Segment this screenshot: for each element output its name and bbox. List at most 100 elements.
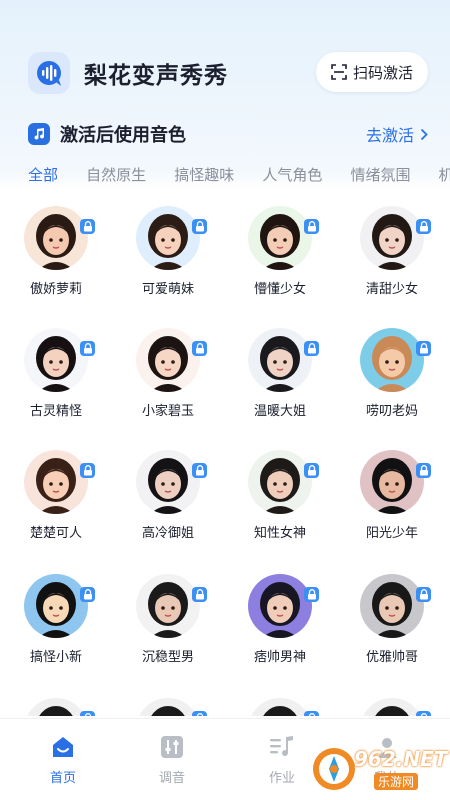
- voice-label: 阳光少年: [365, 526, 418, 541]
- voice-avatar: [248, 698, 312, 716]
- scan-activate-button[interactable]: 扫码激活: [316, 52, 428, 92]
- nav-home[interactable]: 首页: [28, 733, 98, 786]
- voice-label: 高冷御姐: [141, 526, 194, 541]
- lock-icon: [416, 341, 431, 356]
- lock-icon: [304, 587, 319, 602]
- lock-icon: [416, 219, 431, 234]
- lock-icon: [416, 463, 431, 478]
- voice-item[interactable]: 古灵精怪: [6, 326, 106, 436]
- voice-label: 唠叨老妈: [365, 404, 418, 419]
- voice-item[interactable]: 知性女神: [230, 448, 330, 558]
- voice-item[interactable]: 懵懂少女: [230, 204, 330, 314]
- voice-item[interactable]: 可爱萌妹: [118, 204, 218, 314]
- nav-tuning-label: 调音: [158, 771, 185, 786]
- voice-label: 可爱萌妹: [141, 282, 194, 297]
- site-watermark: 962.NET 乐游网: [310, 744, 447, 794]
- category-tabs: 全部 自然原生 搞怪趣味 人气角色 情绪氛围 机械: [28, 164, 450, 188]
- lock-icon: [80, 219, 95, 234]
- lock-icon: [192, 711, 207, 716]
- lock-icon: [80, 341, 95, 356]
- voice-label: 小家碧玉: [141, 404, 194, 419]
- voice-item[interactable]: 唠叨老妈: [342, 326, 442, 436]
- go-activate-link[interactable]: 去激活: [366, 122, 428, 146]
- nav-works[interactable]: 作业: [247, 733, 317, 786]
- voice-item[interactable]: 沉稳型男: [118, 572, 218, 682]
- voice-label: 优雅帅哥: [365, 650, 418, 665]
- voice-grid: 傲娇萝莉 可爱萌妹 懵懂少女 清甜少女古灵精怪 小家碧玉 温暖大姐 唠叨老妈楚楚可人 高冷御姐…: [0, 204, 450, 716]
- tab-funny[interactable]: 搞怪趣味: [174, 164, 234, 185]
- voice-avatar: [360, 206, 424, 270]
- voice-label: 古灵精怪: [29, 404, 82, 419]
- voice-avatar: [248, 206, 312, 270]
- voice-avatar: [136, 450, 200, 514]
- music-list-icon: [247, 733, 317, 761]
- voice-label: 沉稳型男: [141, 650, 194, 665]
- voice-avatar: [360, 698, 424, 716]
- tab-all[interactable]: 全部: [28, 164, 58, 185]
- voice-item[interactable]: [342, 696, 442, 716]
- app-header: 梨花变声秀秀 扫码激活: [24, 48, 428, 96]
- voice-item[interactable]: 小家碧玉: [118, 326, 218, 436]
- lock-icon: [192, 587, 207, 602]
- voice-item[interactable]: 高冷御姐: [118, 448, 218, 558]
- lock-icon: [304, 219, 319, 234]
- voice-item[interactable]: 搞怪小新: [6, 572, 106, 682]
- voice-avatar: [136, 328, 200, 392]
- voice-item[interactable]: 楚楚可人: [6, 448, 106, 558]
- watermark-text: 962.NET: [354, 747, 448, 771]
- locked-voices-section: 激活后使用音色 去激活: [28, 120, 428, 148]
- voice-label: 楚楚可人: [29, 526, 82, 541]
- watermark-subtext: 乐游网: [374, 773, 419, 790]
- section-title: 激活后使用音色: [60, 125, 186, 146]
- voice-item[interactable]: 阳光少年: [342, 448, 442, 558]
- lock-icon: [80, 711, 95, 716]
- voice-avatar: [136, 206, 200, 270]
- voice-avatar: [248, 328, 312, 392]
- voice-avatar: [248, 450, 312, 514]
- lock-icon: [304, 341, 319, 356]
- equalizer-icon: [137, 733, 207, 761]
- lock-icon: [192, 463, 207, 478]
- voice-avatar: [248, 574, 312, 638]
- nav-tuning[interactable]: 调音: [137, 733, 207, 786]
- scan-activate-label: 扫码激活: [352, 63, 413, 82]
- voice-avatar: [360, 328, 424, 392]
- tab-natural[interactable]: 自然原生: [86, 164, 146, 185]
- voice-item[interactable]: [118, 696, 218, 716]
- lock-icon: [304, 711, 319, 716]
- voice-avatar: [24, 450, 88, 514]
- voice-item[interactable]: 优雅帅哥: [342, 572, 442, 682]
- voice-avatar: [24, 328, 88, 392]
- lock-icon: [192, 341, 207, 356]
- voice-avatar: [360, 450, 424, 514]
- voice-label: 知性女神: [253, 526, 306, 541]
- voice-item[interactable]: [230, 696, 330, 716]
- voice-avatar: [136, 698, 200, 716]
- voice-avatar: [24, 206, 88, 270]
- voice-item[interactable]: 温暖大姐: [230, 326, 330, 436]
- voice-label: 搞怪小新: [29, 650, 82, 665]
- lock-icon: [192, 219, 207, 234]
- chevron-right-icon: [420, 128, 428, 140]
- voice-avatar: [360, 574, 424, 638]
- lock-icon: [416, 711, 431, 716]
- home-icon: [28, 733, 98, 761]
- tab-mood[interactable]: 情绪氛围: [350, 164, 410, 185]
- voice-label: 清甜少女: [365, 282, 418, 297]
- voice-avatar: [24, 698, 88, 716]
- voice-label: 傲娇萝莉: [29, 282, 82, 297]
- voice-label: 痞帅男神: [253, 650, 306, 665]
- voice-wave-icon: [28, 52, 70, 94]
- app-title: 梨花变声秀秀: [84, 63, 228, 89]
- nav-works-label: 作业: [268, 771, 295, 786]
- tab-popular-roles[interactable]: 人气角色: [262, 164, 322, 185]
- scan-icon: [331, 64, 347, 80]
- voice-item[interactable]: 傲娇萝莉: [6, 204, 106, 314]
- lock-icon: [416, 587, 431, 602]
- voice-label: 懵懂少女: [253, 282, 306, 297]
- voice-item[interactable]: 痞帅男神: [230, 572, 330, 682]
- voice-item[interactable]: [6, 696, 106, 716]
- tab-mechanical[interactable]: 机械: [439, 164, 450, 185]
- nav-home-label: 首页: [49, 771, 76, 786]
- voice-item[interactable]: 清甜少女: [342, 204, 442, 314]
